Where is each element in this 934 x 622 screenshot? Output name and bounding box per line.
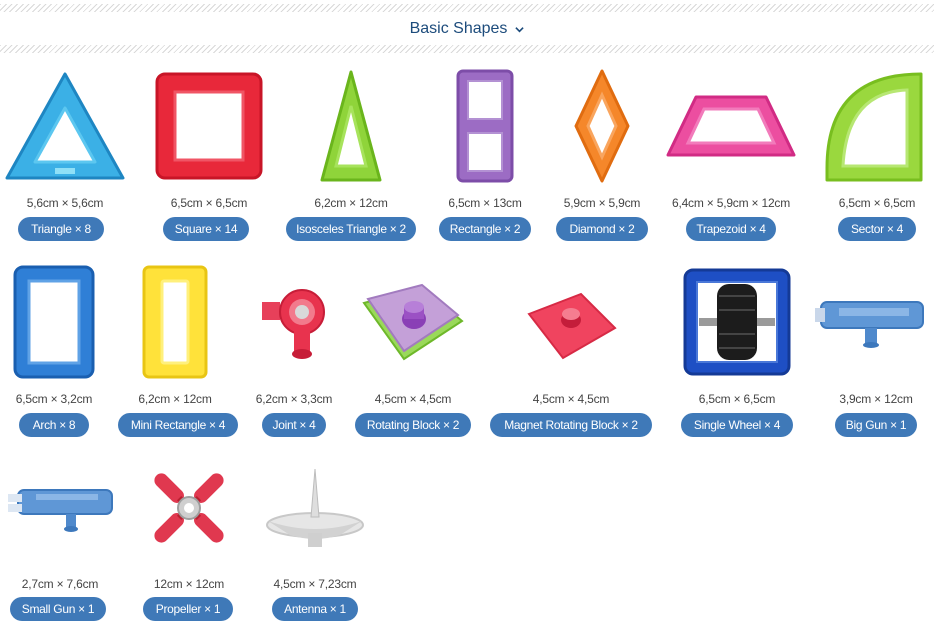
item-dimensions: 5,6cm × 5,6cm: [26, 196, 104, 210]
item-label-sector[interactable]: Sector × 4: [838, 217, 916, 241]
item-label-square[interactable]: Square × 14: [163, 217, 249, 241]
section-header: Basic Shapes: [0, 0, 934, 54]
propeller-piece-icon: [124, 448, 254, 568]
item-dimensions: 6,5cm × 6,5cm: [838, 196, 916, 210]
sector-piece-icon: [804, 66, 930, 186]
item-label-single-wheel[interactable]: Single Wheel × 4: [681, 413, 793, 437]
trapezoid-piece-icon: [666, 66, 796, 186]
item-dimensions: 12cm × 12cm: [153, 577, 225, 591]
item-dimensions: 6,5cm × 6,5cm: [698, 392, 776, 406]
item-label-rectangle[interactable]: Rectangle × 2: [439, 217, 531, 241]
section-toggle[interactable]: Basic Shapes: [0, 17, 934, 41]
small-gun-piece-icon: [0, 448, 125, 568]
item-dimensions: 6,4cm × 5,9cm × 12cm: [671, 196, 791, 210]
arch-piece-icon: [0, 262, 119, 382]
header-hatch-top: [0, 4, 934, 12]
square-piece-icon: [144, 66, 274, 186]
item-dimensions: 6,2cm × 12cm: [138, 392, 212, 406]
item-label-trapezoid[interactable]: Trapezoid × 4: [686, 217, 776, 241]
triangle-piece-icon: [0, 66, 130, 186]
item-label-propeller[interactable]: Propeller × 1: [143, 597, 233, 621]
rotating-block-piece-icon: [348, 262, 478, 382]
chevron-down-icon: [515, 26, 525, 32]
item-label-arch[interactable]: Arch × 8: [19, 413, 89, 437]
item-dimensions: 6,2cm × 12cm: [314, 196, 388, 210]
item-dimensions: 4,5cm × 7,23cm: [273, 577, 357, 591]
item-dimensions: 2,7cm × 7,6cm: [21, 577, 99, 591]
mini-rectangle-piece-icon: [110, 262, 240, 382]
item-label-big-gun[interactable]: Big Gun × 1: [835, 413, 917, 437]
item-label-antenna[interactable]: Antenna × 1: [272, 597, 358, 621]
header-hatch-bottom: [0, 45, 934, 53]
magnet-rotating-block-piece-icon: [506, 262, 636, 382]
isosceles-triangle-piece-icon: [286, 66, 416, 186]
big-gun-piece-icon: [811, 262, 931, 382]
item-dimensions: 3,9cm × 12cm: [839, 392, 913, 406]
section-title: Basic Shapes: [409, 20, 508, 37]
item-label-magnet-rotating-block[interactable]: Magnet Rotating Block × 2: [490, 413, 652, 437]
item-dimensions: 6,2cm × 3,3cm: [255, 392, 333, 406]
item-dimensions: 6,5cm × 3,2cm: [15, 392, 93, 406]
rectangle-piece-icon: [420, 66, 550, 186]
item-label-small-gun[interactable]: Small Gun × 1: [10, 597, 106, 621]
antenna-piece-icon: [250, 448, 380, 568]
item-label-rotating-block[interactable]: Rotating Block × 2: [355, 413, 471, 437]
item-label-mini-rectangle[interactable]: Mini Rectangle × 4: [118, 413, 238, 437]
item-label-isosceles-triangle[interactable]: Isosceles Triangle × 2: [286, 217, 416, 241]
item-dimensions: 4,5cm × 4,5cm: [532, 392, 610, 406]
joint-piece-icon: [229, 262, 359, 382]
item-label-diamond[interactable]: Diamond × 2: [556, 217, 648, 241]
item-dimensions: 6,5cm × 6,5cm: [170, 196, 248, 210]
item-dimensions: 4,5cm × 4,5cm: [374, 392, 452, 406]
item-dimensions: 6,5cm × 13cm: [448, 196, 522, 210]
item-label-triangle[interactable]: Triangle × 8: [18, 217, 104, 241]
diamond-piece-icon: [537, 66, 667, 186]
single-wheel-piece-icon: [672, 262, 802, 382]
item-dimensions: 5,9cm × 5,9cm: [563, 196, 641, 210]
item-label-joint[interactable]: Joint × 4: [262, 413, 326, 437]
